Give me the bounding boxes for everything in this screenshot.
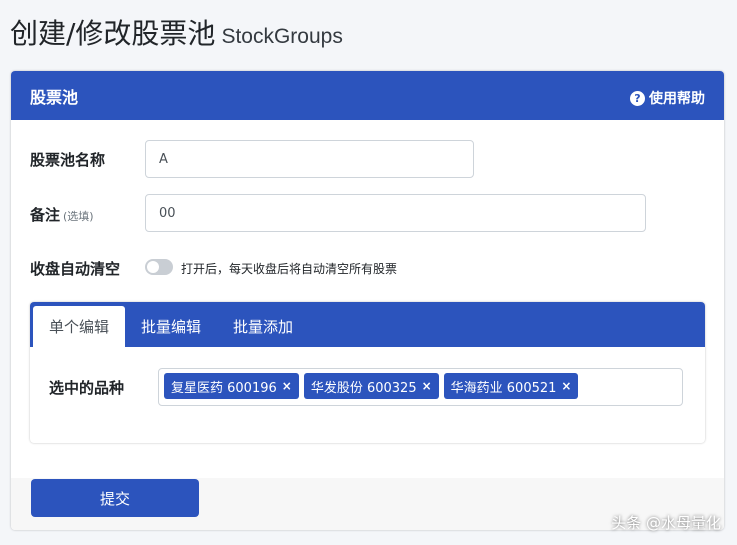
note-label: 备注 (选填) [30,204,94,225]
tab-batch-edit[interactable]: 批量编辑 [125,306,217,347]
stock-group-card: 股票池 ? 使用帮助 股票池名称 备注(选填) 收盘自动清空 打开后，每天收盘后… [11,71,724,530]
watermark: 头条 @水母量化 [611,514,721,532]
page-subtitle: StockGroups [221,25,343,48]
name-label: 股票池名称 [30,151,106,169]
remove-tag-icon[interactable]: × [282,379,292,393]
question-circle-icon: ? [630,90,645,106]
note-input[interactable] [145,194,646,232]
remove-tag-icon[interactable]: × [422,379,432,393]
autoclear-toggle[interactable] [145,259,173,275]
edit-tabs: 单个编辑 批量编辑 批量添加 [30,302,705,347]
selected-tags-input[interactable]: 复星医药 600196 × 华发股份 600325 × 华海药业 600521 × [158,368,683,406]
selected-label: 选中的品种 [49,379,125,397]
name-input[interactable] [145,140,474,178]
help-link[interactable]: ? 使用帮助 [630,88,705,108]
card-header: 股票池 ? 使用帮助 [11,71,724,120]
tab-single-edit[interactable]: 单个编辑 [33,306,126,347]
tab-batch-add[interactable]: 批量添加 [217,306,309,347]
stock-tag: 华发股份 600325 × [303,373,439,399]
note-optional-hint: (选填) [63,210,94,223]
card-title: 股票池 [30,88,79,107]
stock-tag-label: 华海药业 600521 [450,380,557,396]
autoclear-label: 收盘自动清空 [30,260,121,278]
page-title-text: 创建/修改股票池 [10,17,216,50]
remove-tag-icon[interactable]: × [561,379,571,393]
submit-button[interactable]: 提交 [31,479,199,517]
page-title: 创建/修改股票池 StockGroups [10,12,343,52]
stock-tag: 华海药业 600521 × [443,373,579,399]
stock-tag-label: 华发股份 600325 [310,380,417,396]
toggle-knob [147,261,159,273]
help-label: 使用帮助 [649,91,705,107]
autoclear-hint: 打开后，每天收盘后将自动清空所有股票 [181,262,398,276]
note-label-text: 备注 [30,206,61,224]
edit-panel: 单个编辑 批量编辑 批量添加 选中的品种 复星医药 600196 × 华发股份 6… [30,302,705,443]
stock-tag: 复星医药 600196 × [164,373,299,399]
stock-tag-label: 复星医药 600196 [171,380,277,396]
